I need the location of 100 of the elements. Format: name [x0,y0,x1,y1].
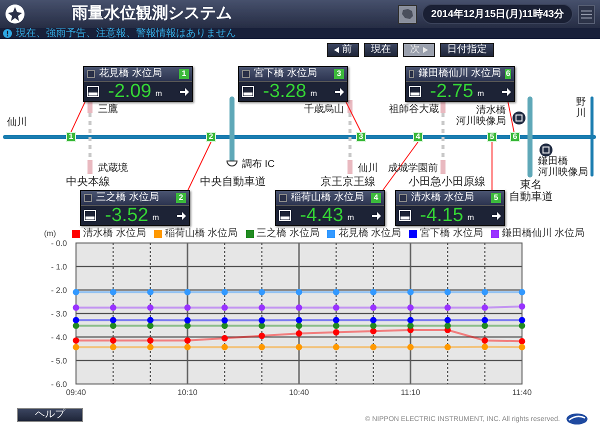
highway-label: 東名 [520,180,542,191]
monitor-icon [279,210,291,221]
unit-label: m [477,90,484,98]
nav-button[interactable]: 日付指定 [440,42,494,56]
station-label: 武蔵境 [98,163,128,174]
detail-button[interactable] [334,86,344,96]
company-logo-icon [566,413,588,425]
emblem-icon [5,4,25,24]
app-title: 雨量水位観測システム [72,6,232,22]
station-label: 祖師谷大蔵 [389,104,439,115]
axis-label: - 5.0 [50,356,67,366]
axis-label: - 2.0 [50,286,67,295]
axis-label: - 0.0 [50,240,67,248]
axis-title: (m) [44,230,56,238]
checkbox[interactable] [87,70,95,78]
detail-button[interactable] [176,210,186,220]
nav-button[interactable]: 現在 [364,42,398,56]
monitor-icon [84,210,96,221]
station-name: 清水橋 水位局 [411,193,475,203]
checkbox[interactable] [84,194,92,202]
station-card[interactable]: 稲荷山橋 水位局 4 -4.43 m [275,190,385,226]
leader-line [382,142,418,190]
map-icon [401,8,414,20]
station-card[interactable]: 宮下橋 水位局 3 -3.28 m [238,66,348,102]
right-arrow-icon [180,88,188,96]
water-level-value: -3.28 [263,82,306,101]
station-number: 6 [505,69,511,79]
interchange-icon [226,160,238,166]
camera-label: 河川映像局 [456,116,506,127]
water-level-value: -4.15 [420,206,464,225]
water-level-value: -2.09 [108,82,152,101]
monitor-icon [242,86,254,97]
station-number: 3 [334,69,344,79]
interchange-label: 調布 IC [242,159,275,170]
axis-label: 10:10 [177,388,198,397]
camera-label: 清水橋 [476,105,506,116]
checkbox[interactable] [409,70,414,78]
right-arrow-icon [334,88,344,96]
legend-label: 宮下橋 水位局 [420,229,483,239]
unit-label: m [347,214,354,222]
checkbox[interactable] [242,70,250,78]
station-name: 稲荷山橋 水位局 [291,193,365,203]
highway-label: 中央自動車道 [200,177,266,188]
camera-label: 河川映像局 [538,167,588,178]
checkbox[interactable] [399,194,407,202]
detail-button[interactable] [501,86,511,96]
station-name: 宮下橋 水位局 [254,69,318,79]
station-card[interactable]: 清水橋 水位局 5 -4.15 m [395,190,505,226]
checkbox[interactable] [279,194,287,202]
menu-icon [581,10,592,18]
station-label: 三鷹 [98,104,118,115]
monitor-icon [399,210,411,221]
detail-button[interactable] [371,210,381,220]
station-label: 成城学園前 [388,163,438,174]
highway-label: 自動車道 [509,192,553,203]
detail-button[interactable] [491,210,501,220]
leader-line [188,142,212,190]
axis-label: 10:40 [288,388,310,397]
axis-label: - 1.0 [50,262,67,272]
station-number: 4 [371,193,381,203]
legend-label: 花見橋 水位局 [338,229,402,239]
unit-label: m [152,214,159,222]
station-card[interactable]: 鎌田橋仙川 水位局 6 -2.75 m [405,66,515,102]
highway-line [230,96,234,162]
detail-button[interactable] [179,86,189,96]
water-level-value: -2.75 [430,82,474,101]
station-label: 千歳烏山 [304,104,344,115]
leader-line [346,102,362,132]
camera-icon [540,144,552,156]
help-button[interactable]: ヘルプ [17,408,83,422]
station-card[interactable]: 三之橋 水位局 2 -3.52 m [80,190,190,226]
station-label: 仙川 [358,163,378,174]
unit-label: m [467,214,474,222]
river-label: 仙川 [7,117,27,128]
water-level-value: -3.52 [105,206,148,225]
legend-label: 稲荷山橋 水位局 [164,229,238,239]
right-arrow-icon [502,88,510,96]
axis-label: 11:40 [512,388,532,397]
axis-label: 09:40 [66,388,86,397]
station-name: 三之橋 水位局 [96,193,160,203]
right-triangle-icon [423,46,428,52]
monitor-icon [87,86,99,97]
notice-text: 現在、強雨予告、注意報、警報情報はありません [16,28,236,39]
leader-line [70,102,86,132]
menu-button[interactable] [578,4,595,24]
river-label: 野川 [576,97,586,119]
station-card[interactable]: 花見橋 水位局 1 -2.09 m [83,66,193,102]
right-arrow-icon [492,212,500,220]
right-arrow-icon [176,212,186,220]
legend-label: 鎌田橋仙川 水位局 [502,229,585,239]
leader-line [508,102,514,132]
water-level-value: -4.43 [300,206,344,225]
map-button[interactable] [398,4,418,24]
railway-label: 京王京王線 [320,177,376,188]
station-number: 5 [491,193,501,203]
nav-button[interactable]: 前 [327,42,359,56]
station-name: 鎌田橋仙川 水位局 [418,69,502,79]
unit-label: m [155,90,162,98]
axis-label: - 6.0 [50,380,67,389]
railway-label: 中央本線 [66,177,110,188]
